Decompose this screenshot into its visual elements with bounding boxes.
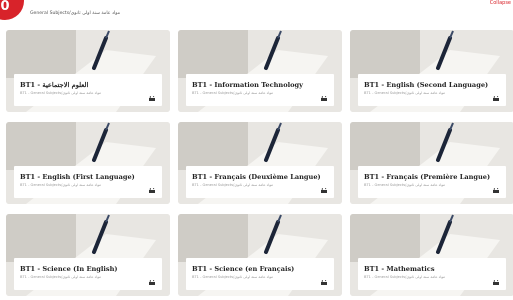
- course-card[interactable]: BT1 - Mathematics BT1 - General Subjects…: [350, 214, 513, 296]
- course-card[interactable]: BT1 - Français (Première Langue) BT1 - G…: [350, 122, 513, 204]
- top-bar: 0 General Subjects/مواد عامة سنة اولى ثا…: [0, 0, 513, 26]
- course-category: BT1 - General Subjects/مواد عامة سنة اول…: [364, 275, 446, 279]
- collapse-link[interactable]: Collapse: [490, 0, 511, 6]
- lock-icon: [149, 280, 155, 285]
- course-info-panel: BT1 - Français (Première Langue) BT1 - G…: [358, 166, 506, 198]
- lock-icon: [493, 280, 499, 285]
- lock-icon: [321, 280, 327, 285]
- course-card[interactable]: BT1 - Français (Deuxième Langue) BT1 - G…: [178, 122, 342, 204]
- lock-icon: [493, 96, 499, 101]
- course-info-panel: BT1 - العلوم الاجتماعية BT1 - General Su…: [14, 74, 162, 106]
- lock-icon: [149, 96, 155, 101]
- course-category: BT1 - General Subjects/مواد عامة سنة اول…: [192, 183, 274, 187]
- course-title[interactable]: BT1 - العلوم الاجتماعية: [20, 81, 88, 89]
- course-card[interactable]: BT1 - English (Second Language) BT1 - Ge…: [350, 30, 513, 112]
- course-info-panel: BT1 - English (First Language) BT1 - Gen…: [14, 166, 162, 198]
- course-card[interactable]: BT1 - English (First Language) BT1 - Gen…: [6, 122, 170, 204]
- course-title[interactable]: BT1 - English (Second Language): [364, 81, 488, 89]
- course-info-panel: BT1 - Information Technology BT1 - Gener…: [186, 74, 334, 106]
- course-card[interactable]: BT1 - العلوم الاجتماعية BT1 - General Su…: [6, 30, 170, 112]
- course-category: BT1 - General Subjects/مواد عامة سنة اول…: [20, 275, 102, 279]
- course-category: BT1 - General Subjects/مواد عامة سنة اول…: [364, 91, 446, 95]
- course-title[interactable]: BT1 - Science (en Français): [192, 265, 294, 273]
- course-card[interactable]: BT1 - Science (en Français) BT1 - Genera…: [178, 214, 342, 296]
- course-info-panel: BT1 - Mathematics BT1 - General Subjects…: [358, 258, 506, 290]
- lock-icon: [493, 188, 499, 193]
- course-card[interactable]: BT1 - Information Technology BT1 - Gener…: [178, 30, 342, 112]
- notification-badge[interactable]: 0: [0, 0, 24, 20]
- course-card[interactable]: BT1 - Science (In English) BT1 - General…: [6, 214, 170, 296]
- course-title[interactable]: BT1 - Français (Première Langue): [364, 173, 490, 181]
- course-title[interactable]: BT1 - Mathematics: [364, 265, 435, 273]
- lock-icon: [321, 96, 327, 101]
- breadcrumb[interactable]: General Subjects/مواد عامة سنة اولى ثانو…: [30, 11, 120, 16]
- course-title[interactable]: BT1 - English (First Language): [20, 173, 135, 181]
- course-title[interactable]: BT1 - Français (Deuxième Langue): [192, 173, 321, 181]
- course-category: BT1 - General Subjects/مواد عامة سنة اول…: [20, 183, 102, 187]
- course-title[interactable]: BT1 - Science (In English): [20, 265, 118, 273]
- course-info-panel: BT1 - Français (Deuxième Langue) BT1 - G…: [186, 166, 334, 198]
- course-info-panel: BT1 - Science (en Français) BT1 - Genera…: [186, 258, 334, 290]
- course-category: BT1 - General Subjects/مواد عامة سنة اول…: [364, 183, 446, 187]
- course-info-panel: BT1 - English (Second Language) BT1 - Ge…: [358, 74, 506, 106]
- course-category: BT1 - General Subjects/مواد عامة سنة اول…: [20, 91, 102, 95]
- course-category: BT1 - General Subjects/مواد عامة سنة اول…: [192, 275, 274, 279]
- course-category: BT1 - General Subjects/مواد عامة سنة اول…: [192, 91, 274, 95]
- course-info-panel: BT1 - Science (In English) BT1 - General…: [14, 258, 162, 290]
- lock-icon: [321, 188, 327, 193]
- course-title[interactable]: BT1 - Information Technology: [192, 81, 303, 89]
- lock-icon: [149, 188, 155, 193]
